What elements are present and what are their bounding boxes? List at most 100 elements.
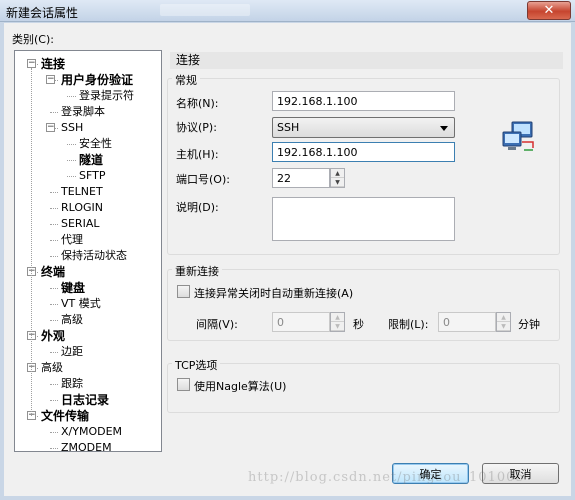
tree-item[interactable]: 用户身份验证 <box>61 73 133 88</box>
tree-connector <box>50 448 58 449</box>
port-label: 端口号(O): <box>176 173 230 186</box>
reconnect-group-title: 重新连接 <box>172 263 222 279</box>
tree-item[interactable]: SERIAL <box>61 217 99 231</box>
tree-connector <box>67 96 76 97</box>
tree-item-label: 高级 <box>61 313 83 326</box>
auto-reconnect-checkbox[interactable] <box>177 285 190 298</box>
tree-item-label: 隧道 <box>79 153 104 167</box>
tree-item[interactable]: 连接 <box>41 57 65 72</box>
port-spinner[interactable]: ▲ ▼ <box>330 168 345 188</box>
tree-connector <box>50 320 58 321</box>
tcp-group-title: TCP选项 <box>172 357 221 373</box>
description-label: 说明(D): <box>176 201 219 214</box>
blurred-title-area <box>160 4 250 16</box>
spin-up-icon[interactable]: ▲ <box>331 169 344 178</box>
tree-connector <box>67 160 76 161</box>
tree-item[interactable]: TELNET <box>61 185 103 199</box>
tree-connector <box>50 192 58 193</box>
tree-item[interactable]: VT 模式 <box>61 297 101 311</box>
nagle-label[interactable]: 使用Nagle算法(U) <box>194 378 286 394</box>
dialog-body: 类别(C): − 连接 − 用户身份验证 登录提示符 登录脚本 − SSH 安全性 隧道 SFTP T… <box>4 23 571 496</box>
auto-reconnect-label[interactable]: 连接异常关闭时自动重新连接(A) <box>194 285 353 301</box>
category-label: 类别(C): <box>12 33 54 46</box>
tree-item[interactable]: SFTP <box>79 169 105 183</box>
collapse-toggle-icon[interactable]: − <box>46 75 55 84</box>
tree-connector <box>50 352 58 353</box>
tree-item-label: SSH <box>61 121 84 134</box>
tree-item[interactable]: 登录提示符 <box>79 89 134 103</box>
tree-item[interactable]: 键盘 <box>61 281 85 296</box>
tree-connector <box>50 256 58 257</box>
tree-item[interactable]: 登录脚本 <box>61 105 105 119</box>
port-input[interactable] <box>272 168 330 188</box>
tree-item[interactable]: 文件传输 <box>41 409 89 424</box>
tree-item-label: 边距 <box>61 345 83 358</box>
interval-unit: 秒 <box>353 318 364 331</box>
tree-item-label: 安全性 <box>79 137 112 150</box>
name-input[interactable] <box>272 91 455 111</box>
interval-input[interactable] <box>272 312 330 332</box>
interval-label: 间隔(V): <box>196 318 238 331</box>
tree-item[interactable]: 日志记录 <box>61 393 109 408</box>
tree-connector <box>50 208 58 209</box>
tree-item-label: 连接 <box>41 57 66 71</box>
tree-item[interactable]: 外观 <box>41 329 65 344</box>
tree-item-label: 高级 <box>41 361 63 374</box>
tree-item[interactable]: X/YMODEM <box>61 425 122 439</box>
tree-item[interactable]: 安全性 <box>79 137 112 151</box>
tree-item-label: RLOGIN <box>61 201 104 214</box>
tree-item-label: 代理 <box>61 233 83 246</box>
category-tree[interactable]: − 连接 − 用户身份验证 登录提示符 登录脚本 − SSH 安全性 隧道 SFTP TELNET RL… <box>14 50 162 455</box>
tree-item-label: 登录脚本 <box>61 105 105 118</box>
tree-item-label: 日志记录 <box>61 393 110 407</box>
tree-connector <box>50 240 58 241</box>
tree-item[interactable]: ZMODEM <box>61 441 112 455</box>
title-bar: 新建会话属性 ✕ <box>0 0 575 22</box>
panel-header: 连接 <box>170 52 563 69</box>
tree-item[interactable]: 高级 <box>61 313 83 327</box>
tree-item-label: 登录提示符 <box>79 89 134 102</box>
spin-down-icon[interactable]: ▼ <box>331 322 344 331</box>
tree-vertical-connector <box>31 68 32 416</box>
interval-spinner[interactable]: ▲ ▼ <box>330 312 345 332</box>
tree-item-label: X/YMODEM <box>61 425 123 438</box>
collapse-toggle-icon[interactable]: − <box>27 59 36 68</box>
tree-item[interactable]: 跟踪 <box>61 377 83 391</box>
limit-input[interactable] <box>438 312 496 332</box>
name-label: 名称(N): <box>176 97 219 110</box>
network-icon <box>502 121 534 151</box>
tree-item[interactable]: 保持活动状态 <box>61 249 127 263</box>
tree-item[interactable]: 高级 <box>41 361 63 375</box>
tree-connector <box>50 288 58 289</box>
tree-item-label: 用户身份验证 <box>61 73 134 87</box>
protocol-select[interactable]: SSH <box>272 117 455 138</box>
tree-connector <box>50 304 58 305</box>
close-button[interactable]: ✕ <box>527 1 571 20</box>
tree-item-label: 终端 <box>41 265 66 279</box>
host-input[interactable] <box>272 142 455 162</box>
tree-item-label: 保持活动状态 <box>61 249 127 262</box>
spin-up-icon[interactable]: ▲ <box>331 313 344 322</box>
tree-connector <box>67 176 76 177</box>
tree-item[interactable]: 边距 <box>61 345 83 359</box>
tree-item-label: 文件传输 <box>41 409 90 423</box>
tree-item[interactable]: 隧道 <box>79 153 103 168</box>
tree-connector <box>50 112 58 113</box>
tree-item[interactable]: 代理 <box>61 233 83 247</box>
spin-down-icon[interactable]: ▼ <box>331 178 344 187</box>
tree-item[interactable]: SSH <box>61 121 83 135</box>
tree-item[interactable]: 终端 <box>41 265 65 280</box>
spin-down-icon[interactable]: ▼ <box>497 322 510 331</box>
tree-connector <box>67 144 76 145</box>
tree-item[interactable]: RLOGIN <box>61 201 103 215</box>
limit-spinner[interactable]: ▲ ▼ <box>496 312 511 332</box>
watermark-text: http://blog.csdn.net/pingsou_101005 <box>248 470 525 485</box>
tree-connector <box>50 432 58 433</box>
collapse-toggle-icon[interactable]: − <box>46 123 55 132</box>
tree-item-label: SFTP <box>79 169 106 182</box>
tree-item-label: 键盘 <box>61 281 86 295</box>
description-input[interactable] <box>272 197 455 241</box>
tree-item-label: 外观 <box>41 329 66 343</box>
spin-up-icon[interactable]: ▲ <box>497 313 510 322</box>
nagle-checkbox[interactable] <box>177 378 190 391</box>
